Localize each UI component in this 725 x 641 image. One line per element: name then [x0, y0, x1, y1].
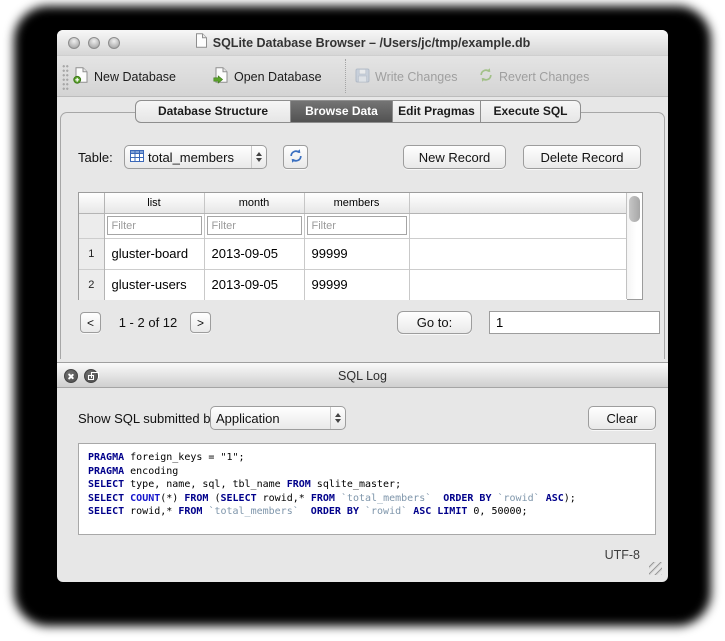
toolbar: New Database Open Database [57, 56, 668, 97]
table-icon [130, 150, 144, 165]
goto-record-input[interactable] [489, 311, 660, 334]
grid-cell[interactable]: gluster-board [104, 238, 204, 269]
pagination-row: < 1 - 2 of 12 > Go to: [57, 311, 668, 335]
grid-corner-cell [79, 193, 104, 213]
sql-source-select[interactable]: Application [210, 406, 346, 430]
table-selector-row: Table: total_members [57, 145, 668, 170]
open-database-label: Open Database [234, 70, 322, 84]
new-database-button[interactable]: New Database [73, 56, 176, 97]
sql-log-line: SELECT rowid,* FROM `total_members` ORDE… [88, 505, 646, 519]
previous-page-button[interactable]: < [80, 312, 101, 333]
table-label: Table: [78, 150, 113, 165]
open-database-button[interactable]: Open Database [213, 56, 322, 97]
tab-database-structure[interactable]: Database Structure [135, 100, 291, 123]
sql-log-line: SELECT COUNT(*) FROM (SELECT rowid,* FRO… [88, 492, 646, 506]
grid-cell[interactable]: 2013-09-05 [204, 269, 304, 300]
tab-browse-data[interactable]: Browse Data [290, 100, 393, 123]
table-select[interactable]: total_members [124, 145, 267, 169]
sql-log-filter-row: Show SQL submitted by Application Clear [57, 406, 668, 431]
grid-column-header[interactable]: month [204, 193, 304, 213]
row-number-cell: 2 [79, 269, 104, 300]
toolbar-drag-handle[interactable] [62, 64, 69, 90]
grid-cell[interactable]: 99999 [304, 238, 409, 269]
row-number-cell: 1 [79, 238, 104, 269]
revert-changes-label: Revert Changes [499, 70, 589, 84]
window-title: SQLite Database Browser – /Users/jc/tmp/… [213, 36, 530, 50]
grid-cell[interactable]: gluster-users [104, 269, 204, 300]
close-panel-icon[interactable] [64, 369, 78, 383]
clear-log-button[interactable]: Clear [588, 406, 656, 430]
grid-cell[interactable]: 2013-09-05 [204, 238, 304, 269]
write-changes-icon [355, 68, 370, 86]
write-changes-button[interactable]: Write Changes [355, 56, 457, 97]
grid-body: 1gluster-board2013-09-05999992gluster-us… [79, 238, 627, 300]
write-changes-label: Write Changes [375, 70, 457, 84]
title-bar[interactable]: SQLite Database Browser – /Users/jc/tmp/… [57, 30, 668, 56]
encoding-status: UTF-8 [605, 548, 640, 562]
app-window: SQLite Database Browser – /Users/jc/tmp/… [57, 30, 668, 582]
grid-scrollbar[interactable] [626, 193, 642, 299]
new-database-icon [73, 67, 89, 87]
grid-row-filler [409, 269, 627, 300]
sql-log-line: PRAGMA foreign_keys = "1"; [88, 451, 646, 465]
tab-execute-sql[interactable]: Execute SQL [480, 100, 581, 123]
chevron-up-down-icon [330, 407, 345, 429]
new-record-button[interactable]: New Record [403, 145, 506, 169]
grid-filter-corner [79, 213, 104, 238]
grid-filter-row [79, 213, 627, 238]
grid-header-row: listmonthmembers [79, 193, 627, 213]
sql-filter-label: Show SQL submitted by [78, 411, 217, 426]
grid-header-filler [409, 193, 627, 213]
new-database-label: New Database [94, 70, 176, 84]
table-select-value: total_members [148, 150, 247, 165]
grid-filter-filler [409, 213, 627, 238]
delete-record-button[interactable]: Delete Record [523, 145, 641, 169]
goto-button[interactable]: Go to: [397, 311, 472, 334]
grid-column-header[interactable]: list [104, 193, 204, 213]
screenshot-stage: SQLite Database Browser – /Users/jc/tmp/… [0, 0, 725, 641]
tab-edit-pragmas[interactable]: Edit Pragmas [392, 100, 481, 123]
toolbar-separator [345, 59, 346, 93]
filter-input[interactable] [307, 216, 407, 235]
next-page-button[interactable]: > [190, 312, 211, 333]
table-row[interactable]: 1gluster-board2013-09-0599999 [79, 238, 627, 269]
refresh-table-button[interactable] [283, 145, 308, 169]
filter-input[interactable] [207, 216, 302, 235]
resize-grip-icon[interactable] [649, 562, 662, 575]
filter-input[interactable] [107, 216, 202, 235]
revert-changes-button[interactable]: Revert Changes [478, 56, 589, 97]
grid-row-filler [409, 238, 627, 269]
chevron-up-down-icon [251, 146, 266, 168]
data-grid: listmonthmembers 1gluster-board2013-09-0… [78, 192, 643, 300]
sql-log-text[interactable]: PRAGMA foreign_keys = "1";PRAGMA encodin… [78, 443, 656, 535]
record-range-label: 1 - 2 of 12 [107, 315, 189, 330]
main-tabs: Database Structure Browse Data Edit Prag… [135, 100, 581, 123]
open-database-icon [213, 67, 229, 87]
sql-log-header[interactable]: SQL Log [57, 362, 668, 388]
undock-panel-icon[interactable] [84, 369, 98, 383]
sql-log-line: SELECT type, name, sql, tbl_name FROM sq… [88, 478, 646, 492]
sql-log-title: SQL Log [57, 363, 668, 389]
grid-column-header[interactable]: members [304, 193, 409, 213]
refresh-icon [288, 148, 304, 167]
sql-log-line: PRAGMA encoding [88, 465, 646, 479]
grid-scrollbar-thumb[interactable] [629, 196, 640, 222]
grid-cell[interactable]: 99999 [304, 269, 409, 300]
table-row[interactable]: 2gluster-users2013-09-0599999 [79, 269, 627, 300]
document-icon [195, 33, 207, 53]
sql-source-value: Application [211, 411, 330, 426]
revert-changes-icon [478, 67, 494, 86]
